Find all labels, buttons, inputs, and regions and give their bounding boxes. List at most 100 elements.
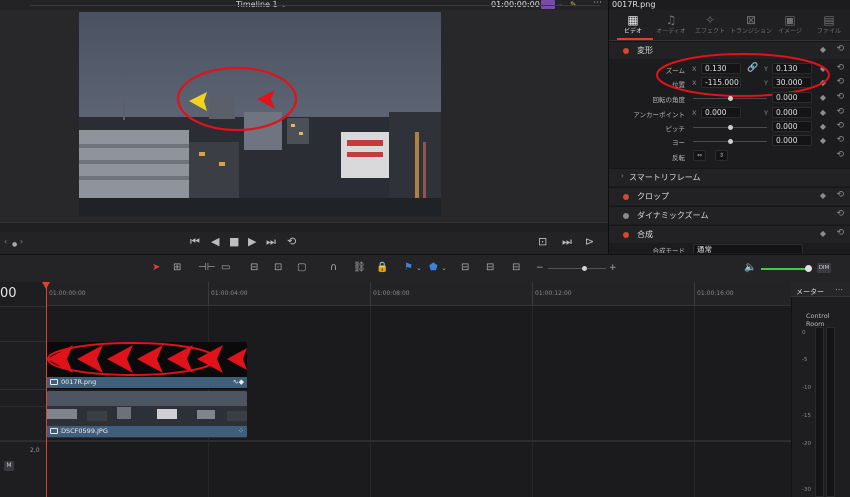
reset-icon[interactable]: ⟲ (836, 150, 844, 160)
marker-icon[interactable]: ⬟ (429, 262, 438, 274)
stop-icon[interactable]: ■ (229, 235, 239, 249)
skip-end-icon[interactable]: ⏭ (266, 235, 276, 249)
reset-icon[interactable]: ⟲ (836, 92, 844, 102)
keyframe-curve-icon[interactable]: ∿◆ (233, 377, 244, 388)
pitch-slider-knob[interactable] (728, 125, 733, 130)
timeline-ruler[interactable]: 01:00:00:00 01:00:04:00 01:00:08:00 01:0… (46, 282, 791, 306)
blade-tool-icon[interactable]: ▭ (221, 262, 230, 274)
prev-edit-icon[interactable]: ⏭ (562, 235, 572, 249)
playhead[interactable] (46, 284, 47, 497)
chevron-down-icon[interactable]: ⌄ (416, 262, 422, 274)
city-night-image (79, 12, 441, 216)
chevron-down-icon[interactable]: ⌄ (441, 262, 447, 274)
keyframe-icon[interactable]: ◆ (820, 229, 826, 238)
reset-icon[interactable]: ⟲ (836, 63, 844, 73)
zoom-custom-icon[interactable]: ⊟ (512, 262, 520, 274)
reset-icon[interactable]: ⟲ (836, 77, 844, 87)
timeline-zoom-slider[interactable] (548, 268, 606, 269)
jog-left-icon[interactable]: ‹ (4, 235, 7, 249)
reset-icon[interactable]: ⟲ (836, 107, 844, 117)
more-options-icon[interactable]: ⋯ (835, 285, 843, 294)
reset-icon[interactable]: ⟲ (836, 190, 844, 200)
timeline-zoom-knob[interactable] (582, 266, 587, 271)
match-frame-icon[interactable]: ⊡ (538, 235, 547, 249)
keyframe-icon[interactable]: ◆ (820, 93, 826, 102)
composite-mode-select[interactable]: 通常 (693, 244, 803, 253)
reset-icon[interactable]: ⟲ (836, 228, 844, 238)
volume-slider[interactable] (761, 268, 809, 270)
clip-0017R[interactable]: 0017R.png ∿◆ (47, 342, 247, 389)
loop-icon[interactable]: ⟲ (287, 235, 296, 249)
play-icon[interactable]: ▶ (248, 235, 256, 249)
mute-button[interactable]: M (4, 461, 14, 471)
meter-scale-label: -20 (802, 441, 811, 447)
more-options-icon[interactable]: ⋯ (593, 0, 602, 8)
speaker-icon[interactable]: 🔈 (744, 262, 756, 274)
timeline-timecode: 00 (0, 286, 17, 301)
section-title: スマートリフレーム (629, 173, 701, 182)
enable-toggle-icon[interactable] (623, 48, 629, 54)
keyframe-icon[interactable]: ◆ (820, 136, 826, 145)
flag-icon[interactable]: ⚑ (404, 262, 413, 274)
link-icon[interactable]: ⛓ (353, 262, 366, 274)
meter-scale-label: -15 (802, 413, 811, 419)
meter-scale-label: -10 (802, 385, 811, 391)
reverse-play-icon[interactable]: ◀ (211, 235, 219, 249)
viewer-scrubber[interactable] (0, 222, 608, 232)
zoom-full-icon[interactable]: ⊟ (461, 262, 469, 274)
zoom-in-icon[interactable]: + (609, 262, 617, 274)
control-room-label: Control Room (806, 312, 830, 328)
zoom-detail-icon[interactable]: ⊟ (486, 262, 494, 274)
dynamic-trim-icon[interactable]: ⊣⊢ (198, 262, 215, 274)
reset-icon[interactable]: ⟲ (836, 121, 844, 131)
reset-icon[interactable]: ⟲ (836, 209, 844, 219)
next-edit-icon[interactable]: ⊳ (585, 235, 594, 249)
overwrite-clip-icon[interactable]: ⊡ (274, 262, 282, 274)
anchor-y-field[interactable]: 0.000 (772, 107, 812, 118)
keyframe-icon[interactable]: ◆ (820, 108, 826, 117)
reset-icon[interactable]: ⟲ (836, 135, 844, 145)
flip-label: 反転 (672, 154, 685, 162)
flip-row: 反転 ⇔ ⇕ ⟲ (609, 149, 850, 163)
pitch-row: ピッチ 0.000 ◆ ⟲ (609, 120, 850, 134)
scrubber-track[interactable] (30, 5, 600, 6)
composite-section-header[interactable]: 合成 ◆ ⟲ (609, 225, 850, 243)
selection-tool-icon[interactable]: ➤ (152, 262, 160, 274)
meter-scale-label: -30 (802, 487, 811, 493)
trim-tool-icon[interactable]: ⊞ (173, 262, 181, 274)
rotation-slider-knob[interactable] (728, 96, 733, 101)
jog-right-icon[interactable]: › (20, 235, 23, 249)
pitch-field[interactable]: 0.000 (772, 121, 812, 132)
replace-clip-icon[interactable]: ▢ (297, 262, 306, 274)
clip-DSCF0599[interactable]: DSCF0599.JPG ⁘ (47, 391, 247, 438)
skip-start-icon[interactable]: ⏮ (190, 235, 200, 249)
keyframe-icon[interactable]: ◆ (820, 191, 826, 200)
anchor-x-field[interactable]: 0.000 (701, 107, 741, 118)
yaw-field[interactable]: 0.000 (772, 135, 812, 146)
flip-horizontal-icon[interactable]: ⇔ (693, 150, 706, 161)
tab-file[interactable]: ▤ ファイル (805, 12, 850, 36)
snapping-icon[interactable]: ∩ (330, 262, 337, 274)
insert-clip-icon[interactable]: ⊟ (250, 262, 258, 274)
crop-section-header[interactable]: クロップ ◆ ⟲ (609, 187, 850, 205)
flip-vertical-icon[interactable]: ⇕ (715, 150, 728, 161)
rotation-field[interactable]: 0.000 (772, 92, 812, 103)
ruler-mark (532, 282, 533, 306)
playhead-handle[interactable] (42, 282, 50, 289)
enable-toggle-icon[interactable] (623, 213, 629, 219)
yaw-slider-knob[interactable] (728, 139, 733, 144)
keyframe-icon[interactable]: ◆ (820, 122, 826, 131)
volume-knob[interactable] (805, 265, 812, 272)
enable-toggle-icon[interactable] (623, 194, 629, 200)
dim-button[interactable]: DIM (817, 263, 831, 273)
lock-icon[interactable]: 🔒 (376, 262, 388, 274)
jog-dot-icon[interactable]: ● (12, 238, 17, 252)
chevron-down-icon[interactable]: ⌄ (557, 0, 563, 8)
zoom-out-icon[interactable]: − (536, 262, 544, 274)
reset-icon[interactable]: ⟲ (836, 44, 844, 54)
effect-icon[interactable]: ⁘ (238, 426, 244, 437)
meter-scale-label: -5 (802, 357, 808, 363)
enable-toggle-icon[interactable] (623, 232, 629, 238)
smart-reframe-section-header[interactable]: › スマートリフレーム (609, 168, 850, 186)
dynamic-zoom-section-header[interactable]: ダイナミックズーム ⟲ (609, 206, 850, 224)
